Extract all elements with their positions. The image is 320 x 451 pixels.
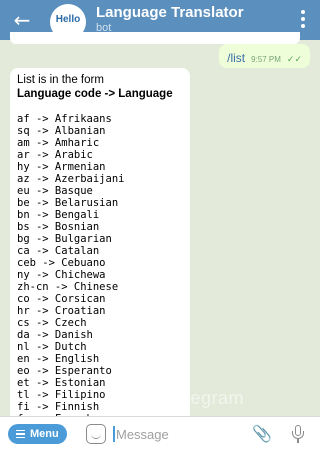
language-row: ceb -> Cebuano xyxy=(17,257,106,269)
sticker-icon[interactable] xyxy=(86,424,106,444)
back-arrow-icon[interactable]: ← xyxy=(10,8,34,32)
language-row: ca -> Catalan xyxy=(17,245,100,257)
chat-title[interactable]: Language Translator xyxy=(96,4,244,21)
language-row: ny -> Chichewa xyxy=(17,269,106,281)
menu-button[interactable]: Menu xyxy=(8,424,67,444)
outgoing-message[interactable]: /list 9:57 PM ✓✓ xyxy=(219,44,310,68)
message-time: 9:57 PM xyxy=(251,55,281,64)
intro-line-2: Language code -> Language xyxy=(17,88,173,100)
language-row: zh-cn -> Chinese xyxy=(17,281,119,293)
language-row: sq -> Albanian xyxy=(17,125,106,137)
attach-icon[interactable]: 📎 xyxy=(252,424,272,444)
previous-message-bubble xyxy=(10,32,300,44)
incoming-message[interactable]: List is in the form Language code -> Lan… xyxy=(10,68,190,428)
language-row: hr -> Croatian xyxy=(17,305,106,317)
intro-line-1: List is in the form xyxy=(17,74,104,86)
language-row: af -> Afrikaans xyxy=(17,113,112,125)
read-checkmarks-icon: ✓✓ xyxy=(286,55,302,65)
text-cursor xyxy=(113,426,115,442)
language-list: af -> Afrikaans sq -> Albanian am -> Amhar… xyxy=(17,113,183,425)
input-bar: Menu 📎 xyxy=(0,416,320,451)
language-row: bg -> Bulgarian xyxy=(17,233,112,245)
language-row: eu -> Basque xyxy=(17,185,93,197)
language-row: da -> Danish xyxy=(17,329,93,341)
language-row: am -> Amharic xyxy=(17,137,100,149)
language-row: bn -> Bengali xyxy=(17,209,100,221)
microphone-icon[interactable] xyxy=(290,423,306,445)
avatar-text: Hello xyxy=(55,14,81,25)
language-row: az -> Azerbaijani xyxy=(17,173,125,185)
language-row: cs -> Czech xyxy=(17,317,87,329)
language-row: bs -> Bosnian xyxy=(17,221,100,233)
language-row: co -> Corsican xyxy=(17,293,106,305)
language-row: en -> English xyxy=(17,353,100,365)
language-row: be -> Belarusian xyxy=(17,197,119,209)
more-options-icon[interactable] xyxy=(300,10,306,30)
menu-icon xyxy=(16,428,25,441)
outgoing-message-text: /list xyxy=(227,51,246,65)
language-row: ar -> Arabic xyxy=(17,149,93,161)
language-row: nl -> Dutch xyxy=(17,341,87,353)
watermark-text: ofTelegram xyxy=(150,388,245,408)
chat-area: /list 9:57 PM ✓✓ List is in the form Lan… xyxy=(0,32,320,428)
message-input[interactable] xyxy=(116,424,236,444)
language-row: eo -> Esperanto xyxy=(17,365,112,377)
language-row: hy -> Armenian xyxy=(17,161,106,173)
menu-button-label: Menu xyxy=(30,428,59,440)
